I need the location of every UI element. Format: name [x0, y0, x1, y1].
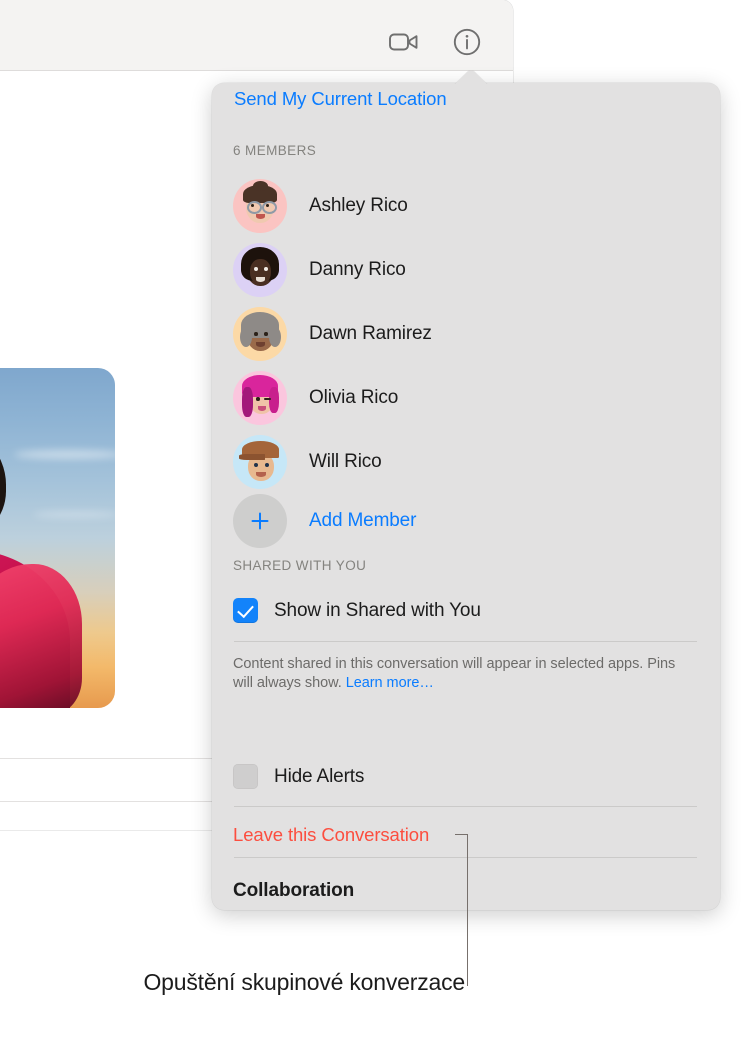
shared-with-you-note: Content shared in this conversation will… [233, 655, 695, 693]
info-circle-icon[interactable] [449, 24, 485, 60]
member-row-ashley-rico[interactable]: Ashley Rico [233, 174, 703, 238]
show-in-shared-with-you-checkbox[interactable] [233, 598, 258, 623]
avatar [233, 179, 287, 233]
section-divider [234, 806, 697, 807]
avatar [233, 435, 287, 489]
avatar [233, 307, 287, 361]
photo-cloud [33, 511, 115, 518]
video-camera-icon[interactable] [386, 24, 422, 60]
plus-icon [233, 494, 287, 548]
members-section-header: 6 MEMBERS [233, 143, 316, 158]
members-list: Ashley Rico Danny Rico Dawn Ramirez [233, 174, 703, 494]
conversation-photo-bubble[interactable] [0, 368, 115, 708]
popover-arrow [452, 70, 490, 84]
photo-cloud [14, 450, 115, 459]
section-divider [234, 641, 697, 642]
hide-alerts-checkbox[interactable] [233, 764, 258, 789]
leave-this-conversation-button[interactable]: Leave this Conversation [233, 824, 429, 846]
member-name: Danny Rico [309, 259, 406, 281]
add-member-label: Add Member [309, 510, 416, 532]
avatar [233, 243, 287, 297]
show-in-shared-with-you-label: Show in Shared with You [274, 600, 481, 622]
shared-note-text: Content shared in this conversation will… [233, 656, 675, 691]
member-name: Ashley Rico [309, 195, 408, 217]
member-row-olivia-rico[interactable]: Olivia Rico [233, 366, 703, 430]
hide-alerts-row[interactable]: Hide Alerts [233, 764, 364, 789]
show-in-shared-with-you-row[interactable]: Show in Shared with You [233, 598, 481, 623]
window-toolbar [0, 0, 513, 71]
member-row-will-rico[interactable]: Will Rico [233, 430, 703, 494]
learn-more-link[interactable]: Learn more… [346, 675, 434, 691]
shared-with-you-section-header: SHARED WITH YOU [233, 558, 366, 573]
add-member-button[interactable]: Add Member [233, 494, 416, 548]
member-row-dawn-ramirez[interactable]: Dawn Ramirez [233, 302, 703, 366]
callout-caption: Opuštění skupinové konverzace [0, 963, 465, 1001]
collaboration-section-header: Collaboration [233, 880, 354, 902]
avatar [233, 371, 287, 425]
member-name: Dawn Ramirez [309, 323, 432, 345]
photo-person-sleeve [0, 564, 82, 708]
send-my-current-location-button[interactable]: Send My Current Location [234, 88, 447, 110]
member-row-danny-rico[interactable]: Danny Rico [233, 238, 703, 302]
toolbar-icon-group [386, 24, 485, 60]
member-name: Olivia Rico [309, 387, 398, 409]
hide-alerts-label: Hide Alerts [274, 766, 364, 788]
member-name: Will Rico [309, 451, 382, 473]
